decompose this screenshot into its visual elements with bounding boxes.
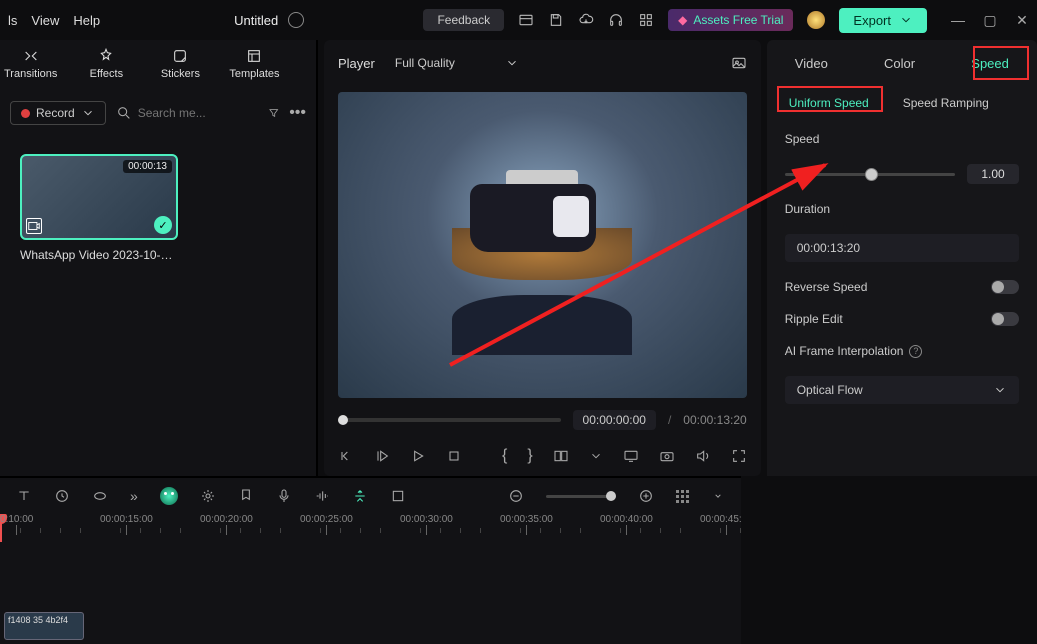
filter-icon[interactable] — [268, 105, 280, 121]
zoom-out-icon[interactable] — [508, 488, 524, 504]
prev-frame-icon[interactable] — [338, 448, 354, 464]
zoom-in-icon[interactable] — [638, 488, 654, 504]
text-tool-icon[interactable] — [16, 488, 32, 504]
menu-bar: ls View Help Untitled Feedback ◆Assets F… — [0, 0, 1037, 40]
display-icon[interactable] — [623, 448, 639, 464]
clip-filename: WhatsApp Video 2023-10-05... — [20, 248, 178, 262]
ai-interpolation-dropdown[interactable]: Optical Flow — [785, 376, 1019, 404]
marker-icon[interactable] — [238, 488, 254, 504]
user-avatar[interactable] — [807, 11, 825, 29]
clip-duration-badge: 00:00:13 — [123, 160, 172, 173]
fullscreen-icon[interactable] — [731, 448, 747, 464]
ruler-tick: 00:00:25:00 — [300, 514, 353, 535]
feedback-button[interactable]: Feedback — [423, 9, 504, 31]
sync-status-icon[interactable] — [288, 12, 304, 28]
media-clip-thumbnail[interactable]: 00:00:13 ✓ — [20, 154, 178, 240]
timeline-ruler[interactable]: 0:10:00 00:00:15:00 00:00:20:00 00:00:25:00… — [0, 514, 741, 542]
diamond-icon: ◆ — [678, 13, 687, 27]
ripple-edit-toggle[interactable] — [991, 312, 1019, 326]
ai-assistant-icon[interactable] — [160, 487, 178, 505]
volume-icon[interactable] — [695, 448, 711, 464]
tab-video[interactable]: Video — [785, 52, 838, 75]
play-icon[interactable] — [410, 448, 426, 464]
window-close-icon[interactable]: ✕ — [1015, 12, 1029, 29]
compare-dropdown-icon[interactable] — [589, 449, 603, 463]
export-button[interactable]: Export — [839, 8, 927, 33]
help-icon[interactable]: ? — [909, 345, 922, 358]
timeline-options-icon[interactable] — [711, 489, 725, 503]
menu-help[interactable]: Help — [73, 13, 100, 28]
ruler-tick: 00:00:35:00 — [500, 514, 553, 535]
speed-label: Speed — [785, 132, 1019, 146]
timeline-clip[interactable]: f1408 35 4b2f4 — [4, 612, 84, 640]
current-time: 00:00:00:00 — [573, 410, 656, 430]
window-maximize-icon[interactable]: ▢ — [983, 12, 997, 29]
reverse-speed-label: Reverse Speed — [785, 280, 868, 294]
compare-icon[interactable] — [553, 448, 569, 464]
play-pause-icon[interactable] — [374, 448, 390, 464]
menu-tools[interactable]: ls — [8, 13, 17, 28]
ruler-tick: 00:00:40:00 — [600, 514, 653, 535]
save-icon[interactable] — [548, 12, 564, 28]
layout-icon[interactable] — [518, 12, 534, 28]
tab-stickers[interactable]: Stickers — [155, 48, 205, 80]
apps-grid-icon[interactable] — [638, 12, 654, 28]
ai-interpolation-label: AI Frame Interpolation — [785, 344, 904, 358]
search-input[interactable] — [138, 106, 258, 120]
history-icon[interactable] — [54, 488, 70, 504]
preview-panel: Player Full Quality 00:00:00:00 / 00:00:… — [324, 40, 761, 476]
assets-trial-button[interactable]: ◆Assets Free Trial — [668, 9, 793, 31]
total-time: 00:00:13:20 — [683, 413, 746, 427]
record-button[interactable]: Record — [10, 101, 106, 125]
media-panel: Transitions Effects Stickers Templates R… — [0, 40, 318, 476]
reverse-speed-toggle[interactable] — [991, 280, 1019, 294]
timeline-panel: » 0:10:00 00:00:15:00 00:00:20:00 00:00:25:… — [0, 476, 741, 644]
record-dot-icon — [21, 109, 30, 118]
search-icon[interactable] — [116, 105, 132, 121]
more-tools-icon[interactable]: » — [130, 488, 138, 504]
more-icon[interactable]: ••• — [289, 104, 306, 122]
stop-icon[interactable] — [446, 448, 462, 464]
tab-color[interactable]: Color — [874, 52, 925, 75]
headphones-icon[interactable] — [608, 12, 624, 28]
project-title: Untitled — [234, 13, 278, 28]
tab-effects[interactable]: Effects — [81, 48, 131, 80]
seek-bar[interactable] — [338, 418, 561, 422]
zoom-slider[interactable] — [546, 495, 616, 498]
inspector-panel: Video Color Speed Uniform Speed Speed Ra… — [767, 40, 1037, 476]
ruler-tick: 00:00:20:00 — [200, 514, 253, 535]
mic-icon[interactable] — [276, 488, 292, 504]
tab-transitions[interactable]: Transitions — [4, 48, 57, 80]
cloud-download-icon[interactable] — [578, 12, 594, 28]
crop-icon[interactable] — [390, 488, 406, 504]
subtab-uniform-speed[interactable]: Uniform Speed — [781, 92, 877, 114]
timeline-grid-icon[interactable] — [676, 490, 689, 503]
duration-label: Duration — [785, 202, 1019, 216]
ruler-tick: 00:00:30:00 — [400, 514, 453, 535]
mask-icon[interactable] — [92, 488, 108, 504]
tab-speed[interactable]: Speed — [961, 52, 1019, 75]
speed-tool-icon[interactable] — [352, 488, 368, 504]
video-type-icon — [26, 218, 42, 234]
preview-viewport[interactable] — [338, 92, 747, 398]
audio-beat-icon[interactable] — [314, 488, 330, 504]
camera-icon[interactable] — [659, 448, 675, 464]
player-label: Player — [338, 56, 375, 71]
bracket-in-icon[interactable]: { — [502, 447, 507, 465]
ruler-tick: 00:00:15:00 — [100, 514, 153, 535]
quality-dropdown[interactable]: Full Quality — [395, 56, 519, 70]
subtab-speed-ramping[interactable]: Speed Ramping — [895, 92, 997, 114]
snapshot-icon[interactable] — [731, 55, 747, 71]
duration-field[interactable]: 00:00:13:20 — [785, 234, 1019, 262]
tab-templates[interactable]: Templates — [229, 48, 279, 80]
ruler-tick: 0:10:00 — [0, 514, 33, 535]
speed-value[interactable]: 1.00 — [967, 164, 1019, 184]
adjust-icon[interactable] — [200, 488, 216, 504]
clip-used-check-icon: ✓ — [154, 216, 172, 234]
window-minimize-icon[interactable]: — — [951, 12, 965, 29]
bracket-out-icon[interactable]: } — [527, 447, 532, 465]
ripple-edit-label: Ripple Edit — [785, 312, 843, 326]
speed-slider[interactable] — [785, 173, 955, 176]
menu-view[interactable]: View — [31, 13, 59, 28]
